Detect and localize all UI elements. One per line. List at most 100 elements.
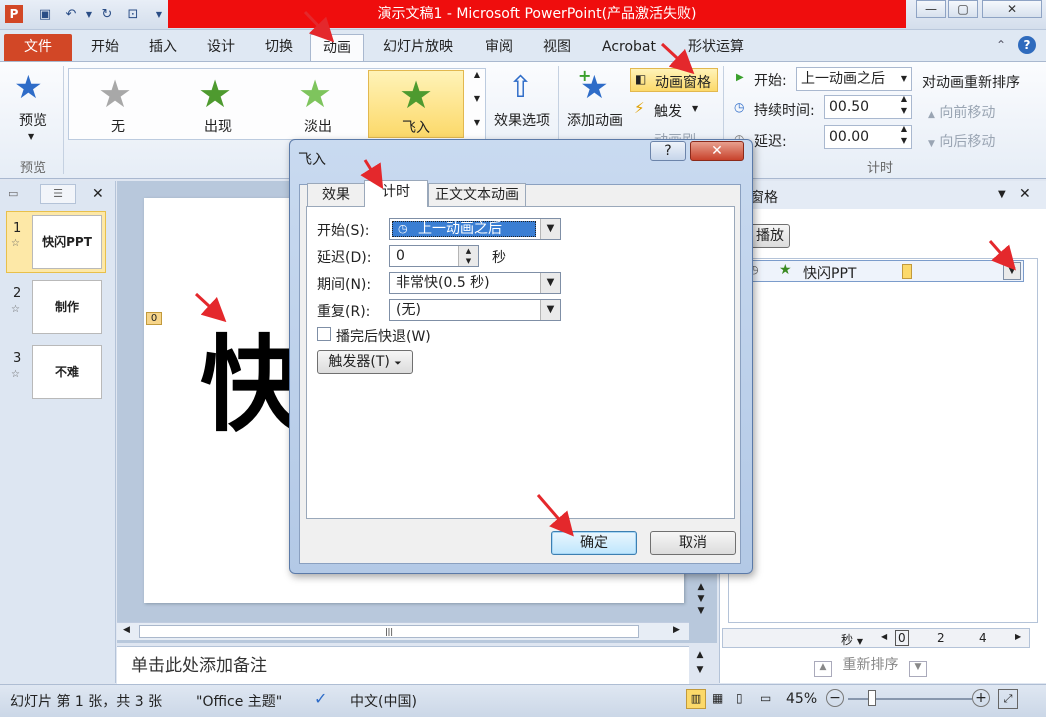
tab-home[interactable]: 开始 xyxy=(80,34,130,61)
rewind-checkbox[interactable] xyxy=(317,327,331,341)
dialog-close-button[interactable]: ✕ xyxy=(690,141,744,161)
animation-order-tag[interactable]: 0 xyxy=(146,312,162,325)
seconds-dropdown[interactable]: 秒 ▼ xyxy=(841,631,863,648)
dialog-period-select[interactable]: 非常快(0.5 秒) ▼ xyxy=(389,272,561,294)
notes-area[interactable]: 单击此处添加备注 xyxy=(117,646,689,684)
start-select[interactable]: 上一动画之后 ▼ xyxy=(796,67,912,91)
dialog-start-select[interactable]: ◷ 上一动画之后 ▼ xyxy=(389,218,561,240)
dialog-repeat-select[interactable]: (无) ▼ xyxy=(389,299,561,321)
slideshow-view-button[interactable]: ▭ xyxy=(760,691,771,705)
tab-acrobat[interactable]: Acrobat xyxy=(594,34,664,61)
fly-star-icon: ★ xyxy=(779,262,792,278)
dialog-repeat-value: (无) xyxy=(396,302,421,318)
undo-icon[interactable]: ↶ xyxy=(62,6,80,24)
slide-thumb-1[interactable]: 快闪PPT xyxy=(32,215,102,269)
collapse-ribbon-icon[interactable]: ⌃ xyxy=(996,38,1006,52)
gallery-item-appear[interactable]: ★ 出现 xyxy=(170,70,266,138)
anim-star-icon: ☆ xyxy=(11,304,20,315)
tab-file[interactable]: 文件 xyxy=(4,34,72,61)
chevron-down-icon: ▼ xyxy=(540,300,560,320)
maximize-button[interactable]: ▢ xyxy=(948,0,978,18)
timeline-right-icon[interactable]: ▶ xyxy=(1015,632,1021,641)
dialog-period-value: 非常快(0.5 秒) xyxy=(396,275,490,291)
gallery-scroll-up[interactable]: ▲ xyxy=(470,70,484,90)
duration-input[interactable]: 00.50 ▲ ▼ xyxy=(824,94,912,119)
slide-number-2: 2 xyxy=(13,286,22,301)
sorter-view-button[interactable]: ▦ xyxy=(712,691,723,705)
spellcheck-icon[interactable]: ✓ xyxy=(314,689,327,708)
vertical-scrollbar[interactable]: ▲ ▼ ▼ xyxy=(690,581,712,621)
trigger-button[interactable]: ⚡ 触发 ▼ xyxy=(634,99,714,121)
gallery-more[interactable]: ▼ xyxy=(470,118,484,138)
preview-star-icon: ★ xyxy=(14,68,43,106)
notes-scrollbar[interactable]: ▲ ▼ xyxy=(692,648,708,682)
tab-view[interactable]: 视图 xyxy=(532,34,582,61)
ok-button[interactable]: 确定 xyxy=(551,531,637,555)
timeline-left-icon[interactable]: ◀ xyxy=(881,632,887,641)
move-earlier-button[interactable]: ▲ 向前移动 xyxy=(928,102,995,122)
tab-transitions[interactable]: 切换 xyxy=(254,34,304,61)
dialog-start-value: 上一动画之后 xyxy=(418,221,502,237)
slideshow-icon[interactable]: ⊡ xyxy=(124,6,142,24)
normal-view-button[interactable]: ▥ xyxy=(686,689,706,709)
zoom-slider[interactable] xyxy=(848,698,972,700)
chevron-down-icon: ▼ xyxy=(540,219,560,239)
zoom-level[interactable]: 45% xyxy=(786,691,817,707)
seconds-label: 秒 xyxy=(841,633,854,647)
add-animation-label: 添加动画 xyxy=(567,113,623,129)
move-later-button[interactable]: ▼ 向后移动 xyxy=(928,131,995,151)
gallery-item-fly-in[interactable]: ★ 飞入 xyxy=(368,70,464,138)
help-icon[interactable]: ? xyxy=(1018,36,1036,54)
pane-close-icon[interactable]: ✕ xyxy=(1019,186,1031,202)
zoom-slider-thumb[interactable] xyxy=(868,690,876,706)
preview-label: 预览 xyxy=(19,113,47,129)
scroll-thumb[interactable]: ||| xyxy=(139,625,639,638)
close-button[interactable]: ✕ xyxy=(982,0,1042,18)
status-bar: 幻灯片 第 1 张，共 3 张 "Office 主题" ✓ 中文(中国) ▥ ▦… xyxy=(0,684,1046,717)
gallery-scroll-down[interactable]: ▼ xyxy=(470,94,484,114)
reorder-down-icon[interactable]: ▼ xyxy=(908,661,927,677)
animation-pane-button[interactable]: ◧ 动画窗格 xyxy=(630,68,718,92)
effect-options-button[interactable]: ⇧ 效果选项 xyxy=(490,66,554,146)
item-dropdown-button[interactable]: ▼ xyxy=(1003,262,1021,280)
cancel-button[interactable]: 取消 xyxy=(650,531,736,555)
tab-shape-ops[interactable]: 形状运算 xyxy=(678,34,754,61)
customize-toolbar-icon[interactable]: ▼ xyxy=(150,6,168,24)
delay-input[interactable]: 00.00 ▲ ▼ xyxy=(824,124,912,149)
tab-slideshow[interactable]: 幻灯片放映 xyxy=(372,34,464,61)
save-icon[interactable]: ▣ xyxy=(36,6,54,24)
zoom-out-icon[interactable]: − xyxy=(826,689,844,707)
tab-animations[interactable]: 动画 xyxy=(310,34,364,61)
redo-icon[interactable]: ↻ xyxy=(98,6,116,24)
horizontal-scrollbar[interactable]: ◀ ||| ▶ xyxy=(117,622,689,640)
reading-view-button[interactable]: ▯ xyxy=(736,691,743,705)
pane-menu-icon[interactable]: ▼ xyxy=(998,189,1006,200)
slides-tab-icon[interactable]: ▭ xyxy=(8,187,18,200)
reorder-row: ▲ 重新排序 ▼ xyxy=(814,654,927,677)
close-pane-icon[interactable]: ✕ xyxy=(92,186,104,202)
fit-window-icon[interactable]: ⤢ xyxy=(998,689,1018,709)
reorder-up-icon[interactable]: ▲ xyxy=(814,661,832,677)
undo-dropdown-icon[interactable]: ▼ xyxy=(80,6,98,24)
slide-thumb-3[interactable]: 不难 xyxy=(32,345,102,399)
animation-list-item[interactable]: ◷ ★ 快闪PPT ▼ xyxy=(738,260,1024,282)
add-animation-button[interactable]: ★ + 添加动画 xyxy=(564,66,626,146)
trigger-expand-button[interactable]: 触发器(T) ⏷ xyxy=(317,350,413,374)
tab-insert[interactable]: 插入 xyxy=(138,34,188,61)
dialog-tab-text-animation[interactable]: 正文文本动画 xyxy=(428,183,526,206)
app-icon[interactable]: P xyxy=(5,5,23,23)
gallery-item-fade[interactable]: ★ 淡出 xyxy=(270,70,366,138)
minimize-button[interactable]: — xyxy=(916,0,946,18)
zoom-in-icon[interactable]: + xyxy=(972,689,990,707)
dialog-tab-timing[interactable]: 计时 xyxy=(364,180,428,207)
dialog-tab-effect[interactable]: 效果 xyxy=(307,183,365,206)
tab-design[interactable]: 设计 xyxy=(196,34,246,61)
dialog-delay-input[interactable]: 0 ▲ ▼ xyxy=(389,245,479,267)
slide-thumb-2[interactable]: 制作 xyxy=(32,280,102,334)
play-button[interactable]: 播放 xyxy=(750,224,790,248)
dialog-help-button[interactable]: ? xyxy=(650,141,686,161)
tab-review[interactable]: 审阅 xyxy=(474,34,524,61)
outline-tab[interactable]: ☰ xyxy=(40,184,76,204)
gallery-item-none[interactable]: ★ 无 xyxy=(70,70,166,138)
preview-button[interactable]: ★ 预览 ▼ xyxy=(8,66,58,148)
